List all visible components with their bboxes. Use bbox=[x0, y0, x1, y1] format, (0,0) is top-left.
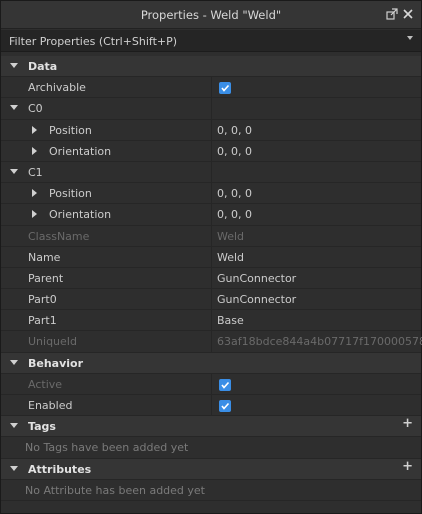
property-label: Position bbox=[49, 123, 92, 137]
expand-caret-icon[interactable] bbox=[32, 146, 37, 155]
property-label: C1 bbox=[28, 165, 43, 179]
property-part0[interactable]: Part0 GunConnector bbox=[1, 289, 421, 311]
collapse-caret-icon[interactable] bbox=[10, 465, 18, 471]
close-icon[interactable] bbox=[401, 8, 415, 22]
title-bar[interactable]: Properties - Weld "Weld" bbox=[1, 1, 421, 29]
section-behavior[interactable]: Behavior bbox=[1, 352, 421, 374]
property-active: Active bbox=[1, 373, 421, 395]
expand-caret-icon[interactable] bbox=[32, 210, 37, 219]
collapse-caret-icon[interactable] bbox=[10, 423, 18, 429]
property-value: 63af18bdce844a4b07717f1700005787 bbox=[217, 335, 422, 349]
property-label: ClassName bbox=[28, 229, 90, 243]
property-c0[interactable]: C0 bbox=[1, 98, 421, 120]
section-label: Behavior bbox=[28, 356, 84, 370]
property-label: C0 bbox=[28, 102, 43, 116]
property-value[interactable]: 0, 0, 0 bbox=[217, 183, 252, 204]
property-value[interactable]: Base bbox=[217, 310, 244, 331]
section-tags[interactable]: Tags + bbox=[1, 416, 421, 438]
add-tag-button[interactable]: + bbox=[402, 417, 413, 431]
section-label: Tags bbox=[28, 420, 56, 434]
property-archivable: Archivable bbox=[1, 77, 421, 99]
property-label: Position bbox=[49, 187, 92, 201]
property-label: Part1 bbox=[28, 314, 57, 328]
window-title: Properties - Weld "Weld" bbox=[140, 8, 282, 22]
filter-bar bbox=[1, 30, 421, 52]
property-label: Name bbox=[28, 250, 61, 264]
section-data[interactable]: Data bbox=[1, 56, 421, 78]
collapse-caret-icon[interactable] bbox=[10, 63, 18, 68]
tags-empty-message: No Tags have been added yet bbox=[1, 437, 421, 459]
property-c1-position[interactable]: Position 0, 0, 0 bbox=[1, 183, 421, 205]
property-classname: ClassName Weld bbox=[1, 225, 421, 247]
property-uniqueid: UniqueId 63af18bdce844a4b07717f170000578… bbox=[1, 331, 422, 353]
filter-properties-input[interactable] bbox=[1, 30, 401, 52]
property-label: UniqueId bbox=[28, 335, 78, 349]
property-enabled: Enabled bbox=[1, 395, 421, 417]
property-label: Orientation bbox=[49, 208, 112, 222]
property-part1[interactable]: Part1 Base bbox=[1, 310, 421, 332]
property-value[interactable]: 0, 0, 0 bbox=[217, 120, 252, 141]
property-value: Weld bbox=[217, 229, 245, 243]
expand-caret-icon[interactable] bbox=[32, 125, 37, 134]
property-label: Enabled bbox=[28, 399, 73, 412]
properties-window: Properties - Weld "Weld" Data Archivable bbox=[0, 0, 422, 514]
property-label: Orientation bbox=[49, 144, 112, 158]
collapse-caret-icon[interactable] bbox=[10, 168, 18, 174]
enabled-checkbox[interactable] bbox=[219, 400, 231, 412]
property-value[interactable]: Weld bbox=[217, 247, 244, 268]
property-value[interactable]: 0, 0, 0 bbox=[217, 204, 252, 225]
add-attribute-button[interactable]: + bbox=[402, 459, 413, 474]
section-label: Attributes bbox=[28, 462, 92, 476]
property-label: Parent bbox=[28, 271, 64, 285]
property-c1-orientation[interactable]: Orientation 0, 0, 0 bbox=[1, 204, 421, 226]
section-attributes[interactable]: Attributes + bbox=[1, 458, 421, 480]
property-c0-orientation[interactable]: Orientation 0, 0, 0 bbox=[1, 140, 421, 162]
property-label: Part0 bbox=[28, 293, 57, 307]
popout-icon[interactable] bbox=[385, 8, 399, 22]
property-value[interactable]: GunConnector bbox=[217, 289, 296, 310]
active-checkbox bbox=[219, 378, 231, 391]
collapse-caret-icon[interactable] bbox=[10, 359, 18, 365]
property-label: Archivable bbox=[28, 81, 86, 95]
attributes-empty-message: No Attribute has been added yet bbox=[1, 479, 421, 501]
section-label: Data bbox=[28, 60, 58, 73]
property-value[interactable]: 0, 0, 0 bbox=[217, 141, 252, 162]
property-label: Active bbox=[28, 377, 63, 391]
property-c1[interactable]: C1 bbox=[1, 161, 421, 184]
empty-message: No Tags have been added yet bbox=[25, 441, 189, 455]
property-c0-position[interactable]: Position 0, 0, 0 bbox=[1, 119, 421, 141]
property-grid: Data Archivable C0 Position 0, 0, 0 Orie… bbox=[1, 56, 422, 501]
empty-message: No Attribute has been added yet bbox=[25, 483, 205, 497]
chevron-down-icon[interactable] bbox=[407, 36, 413, 40]
property-parent[interactable]: Parent GunConnector bbox=[1, 267, 421, 290]
archivable-checkbox[interactable] bbox=[219, 82, 231, 95]
expand-caret-icon[interactable] bbox=[32, 189, 37, 198]
property-value[interactable]: GunConnector bbox=[217, 268, 296, 289]
collapse-caret-icon[interactable] bbox=[10, 105, 18, 111]
property-name[interactable]: Name Weld bbox=[1, 246, 421, 268]
